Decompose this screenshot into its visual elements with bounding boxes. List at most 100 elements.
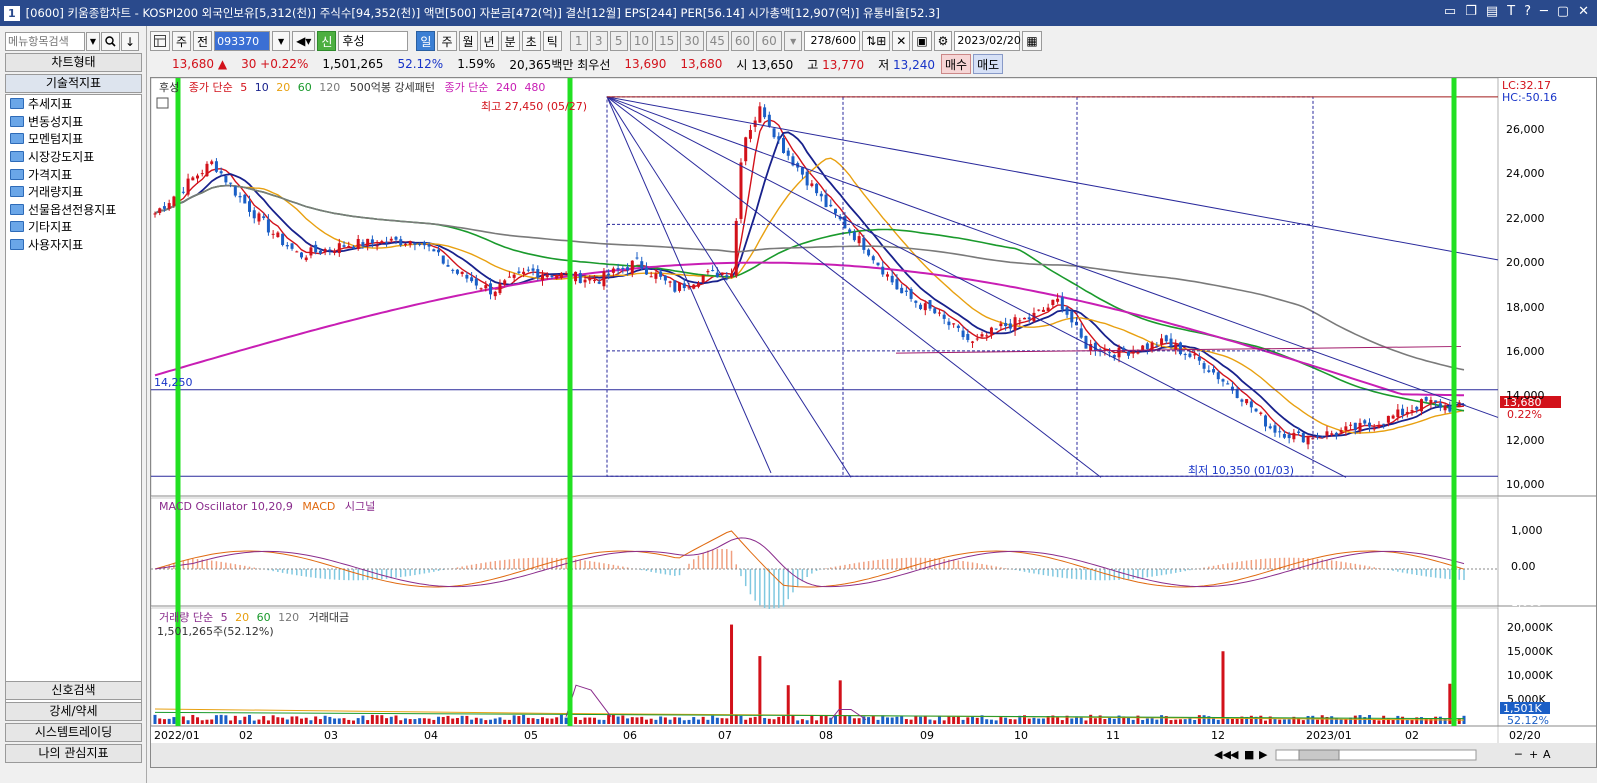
- period-day-tab[interactable]: 일: [416, 31, 436, 51]
- candle-body: [460, 271, 464, 274]
- chart-area[interactable]: 후성 종가 단순 5 10 20 60 120 500억봉 강세패턴 종가 단순…: [150, 77, 1597, 768]
- period-week-tab[interactable]: 주: [437, 31, 457, 51]
- strong-weak-button[interactable]: 강세/약세: [5, 702, 142, 721]
- download-arrow-icon[interactable]: ↓: [121, 32, 140, 51]
- font-icon[interactable]: T: [1507, 4, 1515, 19]
- tick-30-button[interactable]: 30: [680, 31, 704, 51]
- minimize-icon[interactable]: ─: [1540, 4, 1548, 19]
- volume-bar: [848, 715, 852, 724]
- save-icon[interactable]: ▣: [912, 31, 932, 51]
- volume-bar: [432, 719, 436, 724]
- scroll-prev-button[interactable]: ◀: [1230, 748, 1239, 761]
- folder-icon: [10, 151, 24, 163]
- buy-button[interactable]: 매수: [940, 54, 972, 74]
- candle-body: [947, 321, 951, 326]
- volume-bar: [890, 717, 894, 724]
- cascade-icon[interactable]: ❐: [1465, 4, 1477, 19]
- tick-3-button[interactable]: 3: [589, 31, 608, 51]
- tick-60-button[interactable]: 60: [730, 31, 755, 51]
- volume-bar: [366, 720, 370, 724]
- volume-bar: [158, 718, 162, 724]
- scroll-next-button[interactable]: ▶: [1259, 748, 1268, 761]
- volume-bar: [999, 717, 1003, 724]
- tree-item[interactable]: 모멘텀지표: [6, 130, 141, 148]
- tree-item[interactable]: 거래량지표: [6, 183, 141, 201]
- dropdown-icon[interactable]: ▼: [272, 31, 291, 51]
- my-indicators-button[interactable]: 나의 관심지표: [5, 744, 142, 763]
- period-second-tab[interactable]: 초: [521, 31, 541, 51]
- chart-tools-icon[interactable]: ⇅⊞: [862, 31, 891, 51]
- help-icon[interactable]: ?: [1524, 4, 1531, 19]
- list-icon[interactable]: ▤: [1486, 4, 1498, 19]
- volume-bar: [1126, 717, 1130, 724]
- scroll-thumb[interactable]: [1298, 749, 1340, 761]
- volume-bar: [1174, 719, 1178, 724]
- volume-bar: [1093, 718, 1097, 724]
- period-tick-tab[interactable]: 틱: [542, 31, 562, 51]
- tree-item[interactable]: 추세지표: [6, 95, 141, 113]
- tree-item[interactable]: 사용자지표: [6, 236, 141, 254]
- tick-10-button[interactable]: 10: [629, 31, 654, 51]
- tree-item[interactable]: 기타지표: [6, 218, 141, 236]
- scroll-first-button[interactable]: ◀◀: [1214, 748, 1231, 761]
- count-field[interactable]: 278/600: [804, 31, 861, 51]
- settings-icon[interactable]: ⚙: [933, 31, 953, 51]
- stock-code-input[interactable]: [214, 31, 271, 51]
- menu-search-input[interactable]: [5, 32, 85, 51]
- tick-1-button[interactable]: 1: [569, 31, 588, 51]
- signal-search-button[interactable]: 신호검색: [5, 681, 142, 700]
- system-trading-button[interactable]: 시스템트레이딩: [5, 723, 142, 742]
- chart-type-button[interactable]: 차트형태: [5, 53, 142, 72]
- close-icon[interactable]: ✕: [1578, 4, 1589, 19]
- volume-bar: [1282, 719, 1286, 724]
- volume-bar: [484, 720, 488, 724]
- tree-item[interactable]: 선물옵션전용지표: [6, 201, 141, 219]
- dropdown-icon[interactable]: ▼: [784, 31, 803, 51]
- tick-15-button[interactable]: 15: [655, 31, 679, 51]
- tick-5-button[interactable]: 5: [609, 31, 628, 51]
- dropdown-icon[interactable]: ▼: [86, 32, 100, 51]
- crosshair-icon[interactable]: ✕: [892, 31, 911, 51]
- zoom-in-button[interactable]: +: [1529, 748, 1538, 761]
- tree-item[interactable]: 변동성지표: [6, 113, 141, 131]
- candle-body: [422, 241, 426, 246]
- prev-button[interactable]: 전: [193, 31, 213, 51]
- chart-grid-icon[interactable]: [150, 31, 170, 51]
- quote-bar: 13,680 ▲ 30 +0.22% 1,501,265 52.12% 1.59…: [150, 54, 1597, 74]
- tick-45-button[interactable]: 45: [705, 31, 729, 51]
- volume-bar: [1193, 719, 1197, 724]
- scroll-stop-button[interactable]: ■: [1244, 748, 1254, 761]
- tree-item[interactable]: 시장강도지표: [6, 148, 141, 166]
- stock-name-field[interactable]: 후성: [338, 31, 409, 51]
- chart-svg[interactable]: 후성 종가 단순 5 10 20 60 120 500억봉 강세패턴 종가 단순…: [151, 78, 1596, 767]
- restore-layout-icon[interactable]: ▭: [1444, 4, 1456, 19]
- autoscale-button[interactable]: A: [1543, 748, 1551, 761]
- period-year-tab[interactable]: 년: [479, 31, 499, 51]
- legend-ma10: 10: [255, 81, 269, 94]
- period-minute-tab[interactable]: 분: [500, 31, 520, 51]
- search-icon[interactable]: [101, 32, 120, 51]
- tree-item[interactable]: 가격지표: [6, 165, 141, 183]
- candle-body: [243, 194, 247, 204]
- candle-body: [1136, 351, 1140, 354]
- volume-bar: [370, 714, 374, 724]
- volume-bar: [933, 720, 937, 724]
- candle-body: [1382, 423, 1386, 425]
- speaker-icon[interactable]: ◀▾: [292, 31, 316, 51]
- sell-button[interactable]: 매도: [973, 54, 1004, 74]
- zoom-out-button[interactable]: ─: [1514, 748, 1522, 761]
- maximize-icon[interactable]: ▢: [1557, 4, 1569, 19]
- candle-body: [763, 107, 767, 118]
- volume-bar: [441, 717, 445, 724]
- period-month-tab[interactable]: 월: [458, 31, 478, 51]
- calendar-icon[interactable]: ▦: [1022, 31, 1042, 51]
- date-field[interactable]: 2023/02/20: [954, 31, 1021, 51]
- candle-body: [347, 245, 351, 248]
- candle-body: [555, 275, 559, 279]
- tick-value-field[interactable]: 60: [756, 31, 783, 51]
- folder-icon: [10, 133, 24, 145]
- stock-type-button[interactable]: 주: [172, 31, 192, 51]
- tech-indicator-button[interactable]: 기술적지표: [5, 74, 142, 93]
- volume-bar: [857, 718, 861, 724]
- volume-bar: [909, 719, 913, 724]
